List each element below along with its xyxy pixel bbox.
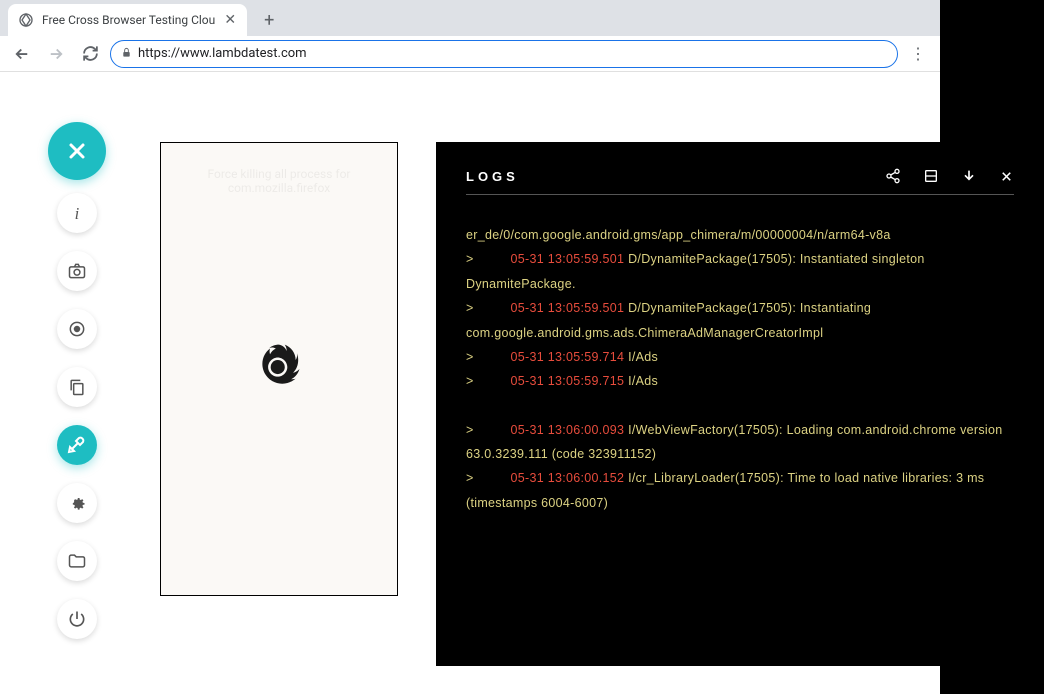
log-line: > 05-31 13:05:59.501 D/DynamitePackage(1…	[466, 247, 1014, 296]
info-button[interactable]: i	[57, 193, 97, 233]
browser-toolbar: https://www.lambdatest.com ⋮	[0, 36, 940, 72]
control-sidebar: i	[48, 122, 106, 644]
tab-bar: Free Cross Browser Testing Clou ✕ +	[0, 0, 940, 36]
tab-favicon-icon	[18, 12, 34, 28]
forward-button[interactable]	[42, 40, 70, 68]
new-tab-button[interactable]: +	[255, 6, 283, 34]
reload-button[interactable]	[76, 40, 104, 68]
log-line: > 05-31 13:05:59.715 I/Ads	[466, 369, 1014, 393]
copy-button[interactable]	[57, 367, 97, 407]
log-line: er_de/0/com.google.android.gms/app_chime…	[466, 223, 1014, 247]
devtools-button[interactable]	[57, 425, 97, 465]
power-button[interactable]	[57, 599, 97, 639]
device-status-text: Force killing all process for com.mozill…	[175, 167, 383, 195]
page-viewport: i Force kil	[0, 72, 940, 694]
screenshot-button[interactable]	[57, 251, 97, 291]
lock-icon	[121, 47, 132, 61]
logs-panel: LOGS er_de/0/com.google.android.gms/app_…	[436, 142, 1044, 666]
files-button[interactable]	[57, 541, 97, 581]
close-session-button[interactable]	[48, 122, 106, 180]
close-logs-icon[interactable]	[999, 168, 1014, 184]
layout-icon[interactable]	[923, 168, 939, 184]
download-icon[interactable]	[961, 168, 977, 184]
browser-menu-icon[interactable]: ⋮	[904, 40, 932, 68]
logs-header: LOGS	[466, 168, 1014, 195]
log-line: > 05-31 13:06:00.093 I/WebViewFactory(17…	[466, 418, 1014, 467]
tab-title: Free Cross Browser Testing Clou	[42, 13, 215, 27]
logs-actions	[885, 168, 1014, 184]
log-line: > 05-31 13:06:00.152 I/cr_LibraryLoader(…	[466, 466, 1014, 515]
url-text: https://www.lambdatest.com	[138, 46, 307, 61]
log-line: > 05-31 13:05:59.714 I/Ads	[466, 345, 1014, 369]
tab-close-icon[interactable]: ✕	[223, 13, 237, 27]
browser-tab[interactable]: Free Cross Browser Testing Clou ✕	[8, 4, 247, 36]
browser-window: Free Cross Browser Testing Clou ✕ + http…	[0, 0, 940, 694]
logs-content[interactable]: er_de/0/com.google.android.gms/app_chime…	[466, 223, 1014, 515]
log-line: > 05-31 13:05:59.501 D/DynamitePackage(1…	[466, 296, 1014, 345]
firefox-icon	[247, 337, 311, 401]
share-icon[interactable]	[885, 168, 901, 184]
record-button[interactable]	[57, 309, 97, 349]
url-bar[interactable]: https://www.lambdatest.com	[110, 40, 898, 68]
svg-text:i: i	[75, 204, 80, 223]
settings-button[interactable]	[57, 483, 97, 523]
back-button[interactable]	[8, 40, 36, 68]
device-preview[interactable]: Force killing all process for com.mozill…	[160, 142, 398, 596]
logs-title: LOGS	[466, 169, 519, 184]
